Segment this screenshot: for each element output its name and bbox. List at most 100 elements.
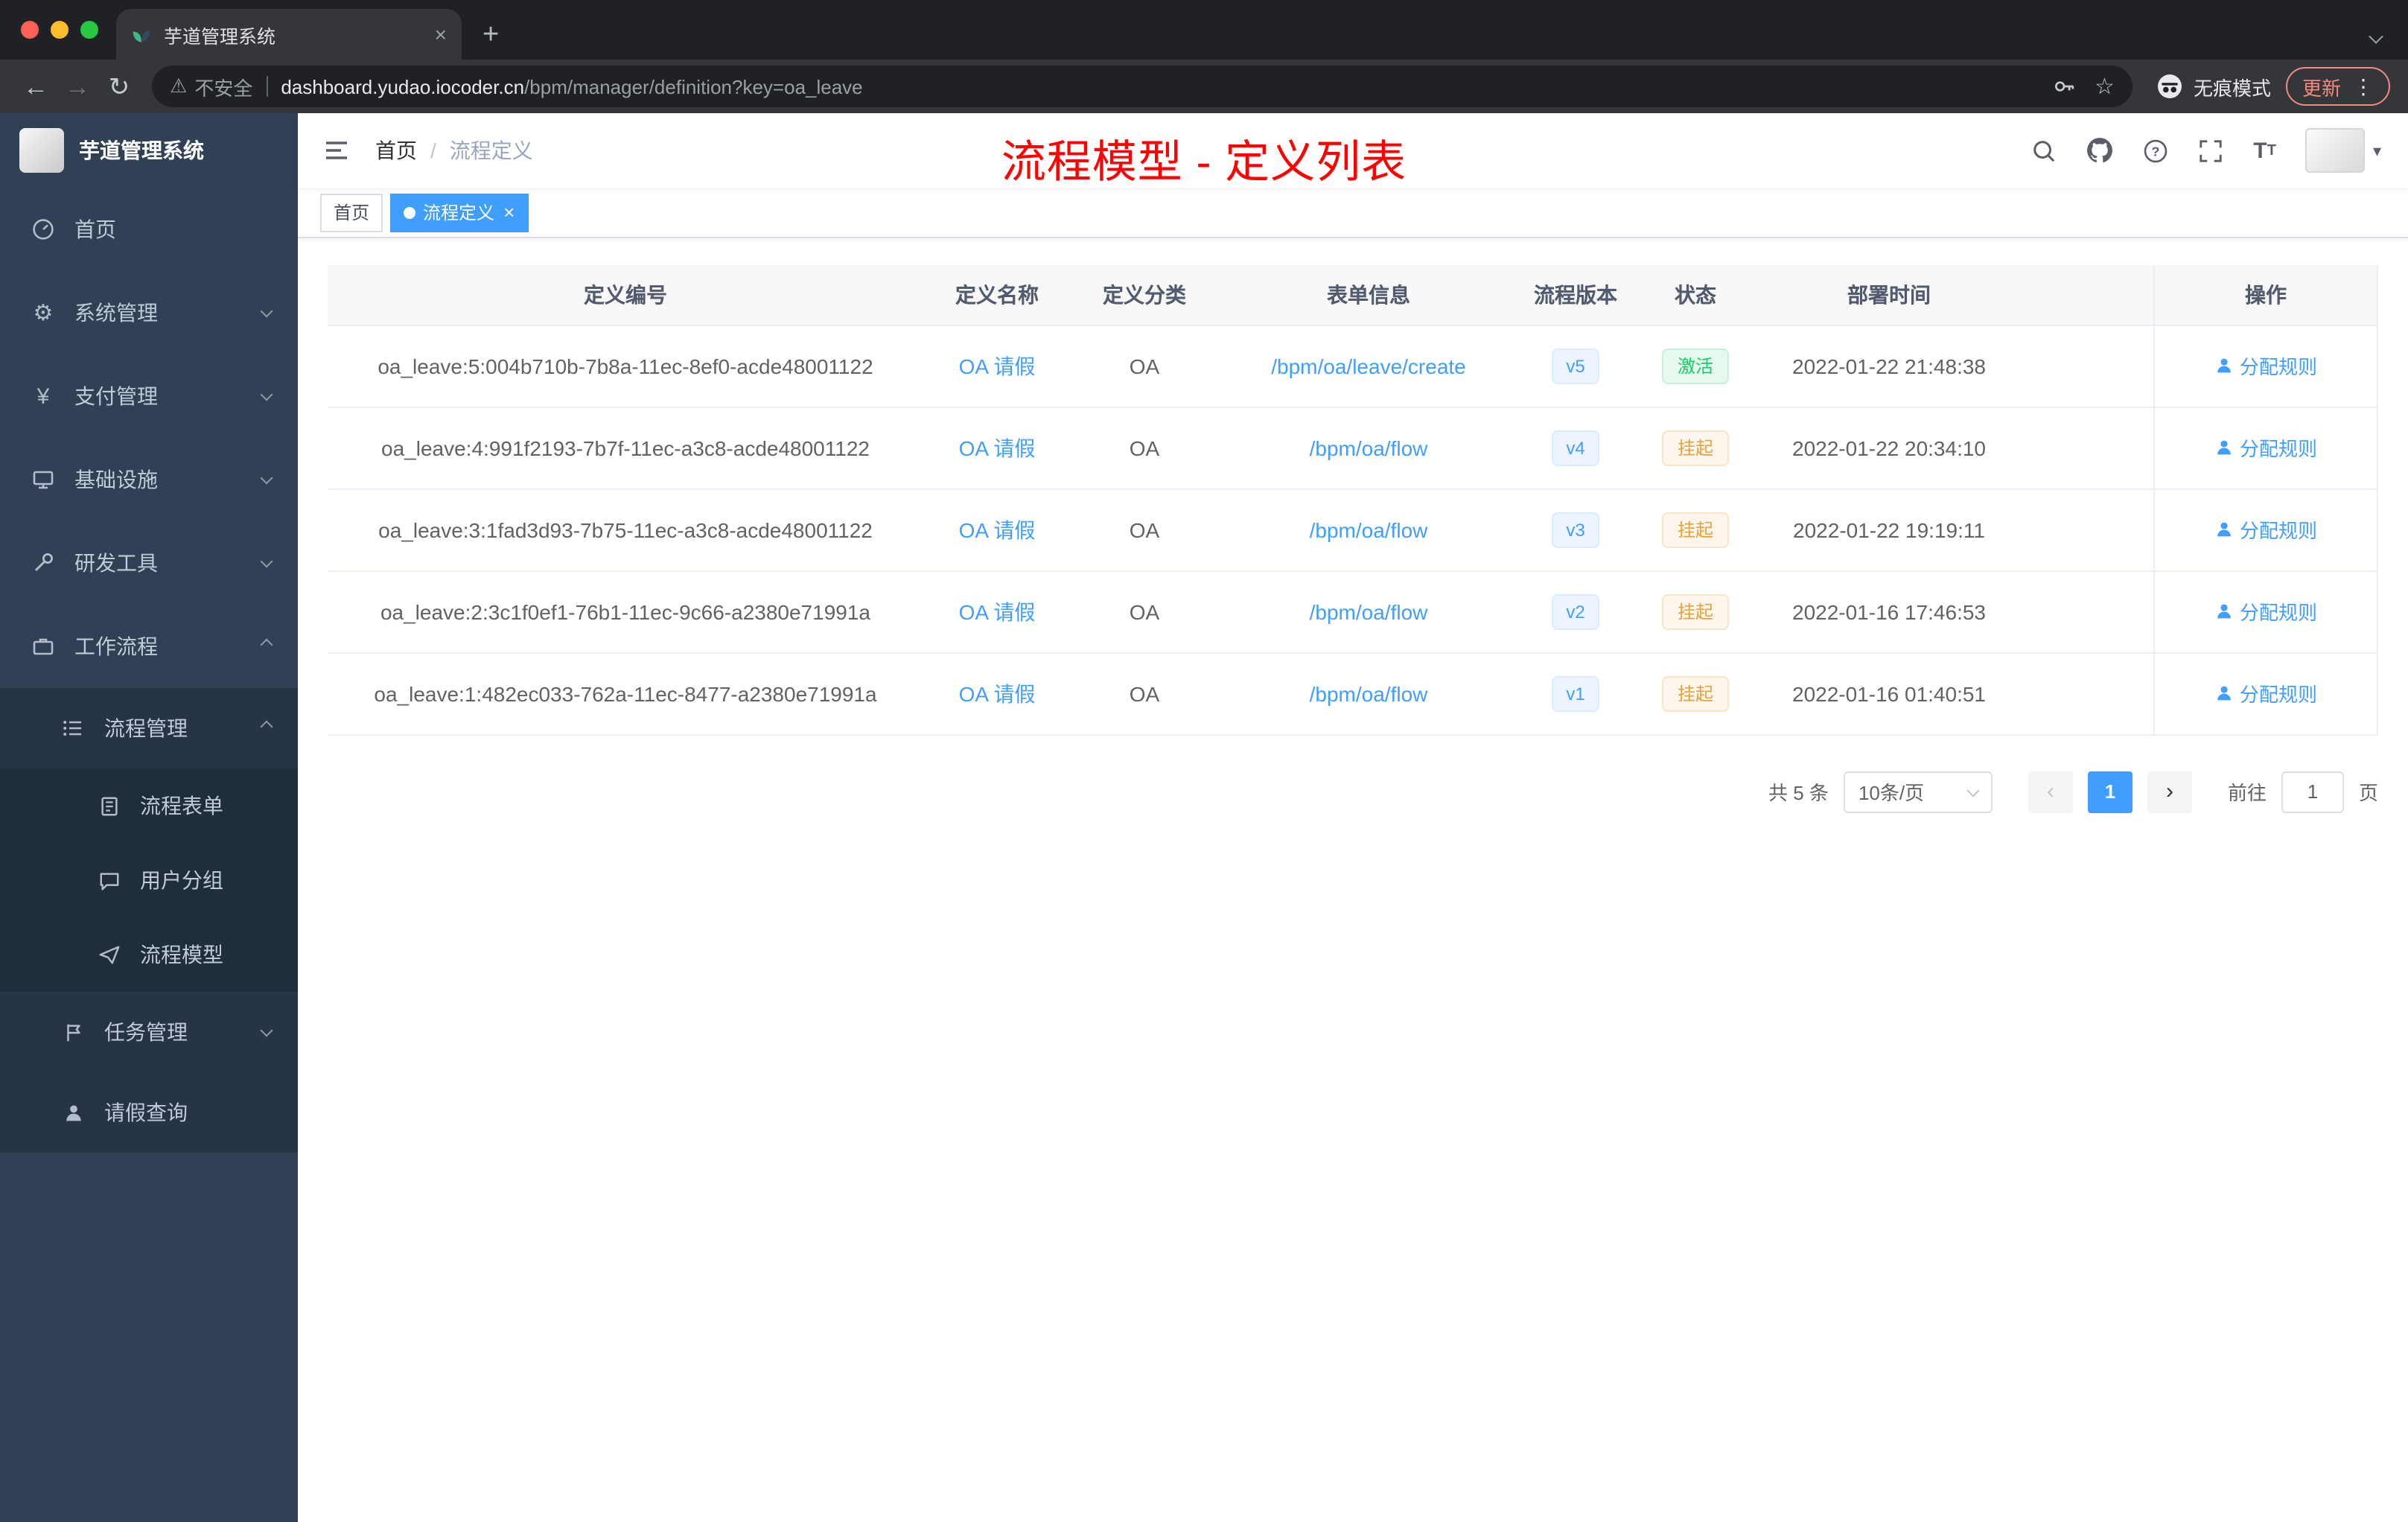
- browser-menu-dots-icon[interactable]: ⋮: [2353, 74, 2374, 99]
- table-row: oa_leave:2:3c1f0ef1-76b1-11ec-9c66-a2380…: [328, 570, 2378, 653]
- sidebar-item-workflow[interactable]: 工作流程: [0, 605, 298, 688]
- definition-id: oa_leave:3:1fad3d93-7b75-11ec-a3c8-acde4…: [328, 488, 923, 571]
- font-size-icon[interactable]: TT: [2253, 138, 2276, 163]
- update-label[interactable]: 更新: [2302, 72, 2341, 101]
- window-minimize-button[interactable]: [51, 21, 69, 39]
- definition-category: OA: [1071, 325, 1218, 407]
- page-1-button[interactable]: 1: [2087, 771, 2133, 812]
- forward-button[interactable]: →: [57, 74, 98, 99]
- person-icon: [2217, 358, 2231, 373]
- tab-close-icon[interactable]: ×: [435, 24, 447, 45]
- bookmark-star-icon[interactable]: ☆: [2095, 73, 2115, 100]
- sidebar-item-process-form[interactable]: 流程表单: [0, 768, 298, 843]
- sidebar-item-infrastructure[interactable]: 基础设施: [0, 438, 298, 521]
- github-icon[interactable]: [2086, 137, 2113, 164]
- form-link[interactable]: /bpm/oa/flow: [1310, 681, 1428, 705]
- form-link[interactable]: /bpm/oa/flow: [1310, 518, 1428, 541]
- close-icon[interactable]: ×: [503, 203, 515, 222]
- address-bar[interactable]: ⚠ 不安全 dashboard.yudao.iocoder.cn/bpm/man…: [152, 66, 2133, 107]
- form-link[interactable]: /bpm/oa/leave/create: [1271, 354, 1466, 378]
- browser-toolbar: ← → ↻ ⚠ 不安全 dashboard.yudao.iocoder.cn/b…: [0, 60, 2408, 113]
- tab-search-chevron-icon[interactable]: [2369, 22, 2383, 49]
- url-divider: [266, 76, 268, 97]
- fullscreen-icon[interactable]: [2198, 138, 2223, 163]
- svg-text:?: ?: [2152, 143, 2160, 158]
- sidebar-item-process-model[interactable]: 流程模型: [0, 917, 298, 992]
- browser-update-chip[interactable]: 更新 ⋮: [2285, 67, 2390, 106]
- passwords-key-icon[interactable]: [2051, 74, 2075, 98]
- sidebar-item-task-management[interactable]: 任务管理: [0, 992, 298, 1072]
- definition-name-link[interactable]: OA 请假: [959, 681, 1036, 705]
- version-badge: v1: [1551, 675, 1600, 711]
- process-list-icon: [60, 716, 86, 740]
- breadcrumb-home[interactable]: 首页: [375, 136, 417, 165]
- col-process-version: 流程版本: [1519, 265, 1632, 325]
- col-status: 状态: [1632, 265, 1759, 325]
- search-icon[interactable]: [2031, 138, 2057, 163]
- incognito-badge: 无痕模式: [2156, 72, 2271, 101]
- chevron-up-icon: [260, 720, 273, 733]
- favicon: [131, 24, 152, 45]
- definition-id: oa_leave:5:004b710b-7b8a-11ec-8ef0-acde4…: [328, 325, 923, 407]
- assign-rule-link[interactable]: 分配规则: [2214, 433, 2317, 462]
- active-dot: [404, 206, 416, 218]
- incognito-label: 无痕模式: [2193, 77, 2271, 99]
- definition-name-link[interactable]: OA 请假: [959, 518, 1036, 541]
- sidebar-item-system[interactable]: ⚙ 系统管理: [0, 271, 298, 354]
- sidebar-item-label: 工作流程: [74, 634, 158, 658]
- next-page-button[interactable]: ›: [2147, 771, 2192, 812]
- deploy-time: 2022-01-22 20:34:10: [1759, 407, 2019, 489]
- definition-category: OA: [1071, 652, 1218, 735]
- security-label[interactable]: 不安全: [194, 72, 252, 101]
- form-link[interactable]: /bpm/oa/flow: [1310, 599, 1428, 623]
- sidebar-item-process-management[interactable]: 流程管理: [0, 688, 298, 768]
- chevron-down-icon: [260, 388, 273, 401]
- col-deploy-time: 部署时间: [1759, 265, 2019, 325]
- tag-process-definition[interactable]: 流程定义 ×: [390, 193, 529, 232]
- navbar-actions: ? TT ▾: [2031, 128, 2408, 173]
- form-icon: [95, 795, 122, 817]
- definition-name-link[interactable]: OA 请假: [959, 354, 1036, 378]
- table-row: oa_leave:1:482ec033-762a-11ec-8477-a2380…: [328, 652, 2378, 735]
- sidebar-item-user-group[interactable]: 用户分组: [0, 843, 298, 917]
- sidebar-item-home[interactable]: 首页: [0, 188, 298, 271]
- sidebar-item-label: 支付管理: [74, 384, 158, 408]
- sidebar-item-leave-query[interactable]: 请假查询: [0, 1072, 298, 1153]
- definition-name-link[interactable]: OA 请假: [959, 599, 1036, 623]
- reload-button[interactable]: ↻: [98, 74, 140, 99]
- new-tab-button[interactable]: +: [482, 21, 499, 49]
- page-size-select[interactable]: 10条/页: [1843, 771, 1993, 812]
- window-close-button[interactable]: [21, 21, 39, 39]
- assign-rule-link[interactable]: 分配规则: [2214, 351, 2317, 380]
- goto-page-input[interactable]: [2281, 771, 2344, 812]
- col-form-info: 表单信息: [1218, 265, 1519, 325]
- browser-tab[interactable]: 芋道管理系统 ×: [116, 9, 462, 60]
- avatar[interactable]: ▾: [2305, 128, 2381, 173]
- assign-rule-link[interactable]: 分配规则: [2214, 515, 2317, 544]
- help-icon[interactable]: ?: [2143, 138, 2168, 163]
- app-logo[interactable]: 芋道管理系统: [0, 113, 298, 188]
- back-button[interactable]: ←: [15, 74, 57, 99]
- sidebar-item-devtools[interactable]: 研发工具: [0, 521, 298, 605]
- form-link[interactable]: /bpm/oa/flow: [1310, 436, 1428, 459]
- goto-label: 前往: [2227, 782, 2267, 804]
- person-icon: [2217, 604, 2231, 619]
- definition-name-link[interactable]: OA 请假: [959, 436, 1036, 459]
- assign-rule-link[interactable]: 分配规则: [2214, 597, 2317, 625]
- tag-home[interactable]: 首页: [320, 193, 383, 232]
- assign-rule-link[interactable]: 分配规则: [2214, 679, 2317, 707]
- prev-page-button[interactable]: ‹: [2028, 771, 2073, 812]
- deploy-time: 2022-01-22 21:48:38: [1759, 325, 2019, 407]
- sidebar-item-payment[interactable]: ¥ 支付管理: [0, 354, 298, 438]
- logo-avatar: [19, 128, 64, 173]
- page-url[interactable]: dashboard.yudao.iocoder.cn/bpm/manager/d…: [281, 75, 862, 98]
- sidebar-item-label: 请假查询: [104, 1101, 188, 1124]
- table-row: oa_leave:3:1fad3d93-7b75-11ec-a3c8-acde4…: [328, 488, 2378, 571]
- window-zoom-button[interactable]: [80, 21, 98, 39]
- hamburger-icon[interactable]: [298, 136, 375, 165]
- caret-down-icon: ▾: [2372, 142, 2381, 160]
- app-title: 芋道管理系统: [79, 138, 204, 162]
- url-path: /bpm/manager/definition?key=oa_leave: [524, 75, 863, 98]
- warning-icon: ⚠: [170, 74, 188, 97]
- sidebar-menu: 首页 ⚙ 系统管理 ¥ 支付管理 基础设施 研发工具 工作流程 流程管理 流程表…: [0, 188, 298, 1153]
